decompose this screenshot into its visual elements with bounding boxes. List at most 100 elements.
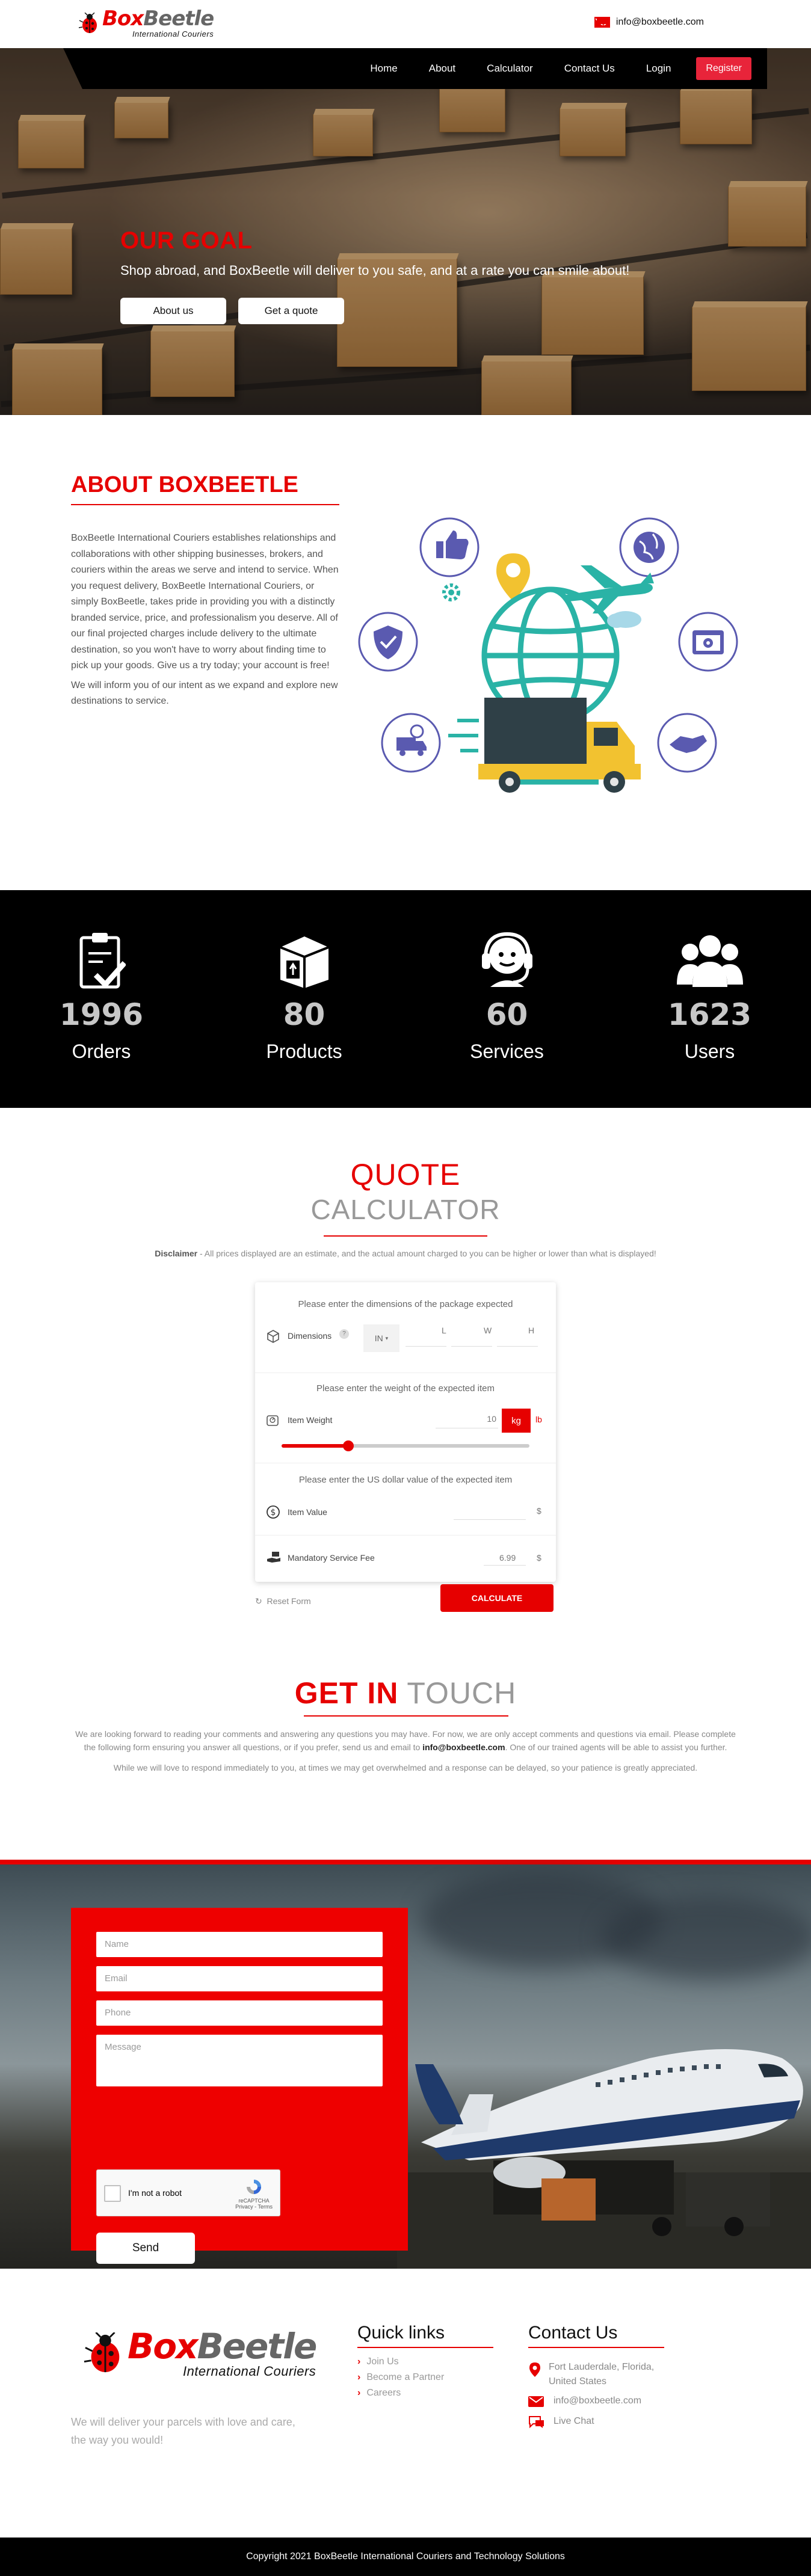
delivery-clock-icon xyxy=(396,724,427,756)
footer-logo[interactable]: BoxBeetle International Couriers xyxy=(83,2326,317,2379)
dimensions-caption: Please enter the dimensions of the packa… xyxy=(298,1299,513,1309)
package-box-icon xyxy=(279,936,329,988)
quick-links-title: Quick links xyxy=(357,2323,445,2343)
nav-about[interactable]: About xyxy=(429,63,455,75)
brand-logo[interactable]: BoxBeetle International Couriers xyxy=(78,8,214,38)
weight-input[interactable]: 10 xyxy=(475,1414,496,1424)
about-divider xyxy=(71,504,339,505)
footer-link-join-us[interactable]: Join Us xyxy=(357,2356,398,2367)
quote-divider xyxy=(324,1235,487,1237)
hero-title: OUR GOAL xyxy=(120,227,253,254)
stat-users-label: Users xyxy=(684,1041,735,1062)
top-header: BoxBeetle International Couriers info@bo… xyxy=(0,0,811,48)
touch-paragraph-2: While we will love to respond immediatel… xyxy=(113,1763,698,1772)
footer-tagline-line2: the way you would! xyxy=(71,2434,164,2446)
phone-field[interactable]: Phone xyxy=(96,2000,383,2026)
unit-lb-button[interactable]: lb xyxy=(535,1415,542,1424)
footer-link-careers[interactable]: Careers xyxy=(357,2388,401,2399)
footer-live-chat[interactable]: Live Chat xyxy=(554,2414,594,2429)
touch-paragraph-1b: . One of our trained agents will be able… xyxy=(505,1742,727,1752)
info-icon[interactable]: ? xyxy=(339,1329,349,1339)
brand-name-part1: Box xyxy=(102,7,144,31)
value-caption: Please enter the US dollar value of the … xyxy=(298,1475,513,1485)
length-input[interactable] xyxy=(406,1346,446,1347)
dimensions-label: Dimensions xyxy=(288,1331,332,1341)
recaptcha-badge: reCAPTCHA Privacy - Terms xyxy=(235,2177,273,2210)
height-input[interactable] xyxy=(497,1346,538,1347)
footer-address-line2: United States xyxy=(549,2376,607,2387)
nav-calculator[interactable]: Calculator xyxy=(487,63,533,75)
item-value-label: Item Value xyxy=(288,1507,327,1517)
stat-orders: 1996 Orders xyxy=(0,890,203,1108)
recaptcha-checkbox[interactable] xyxy=(104,2185,121,2202)
nav-contact-us[interactable]: Contact Us xyxy=(564,63,615,75)
message-field[interactable]: Message xyxy=(96,2035,383,2086)
shield-check-icon xyxy=(374,626,402,659)
email-field[interactable]: Email xyxy=(96,1966,383,1991)
touch-divider xyxy=(304,1715,508,1717)
cloud-icon xyxy=(607,611,641,628)
dimension-unit-select[interactable]: IN ▾ xyxy=(363,1324,399,1352)
footer-email[interactable]: info@boxbeetle.com xyxy=(554,2394,641,2408)
footer-brand-subtitle: International Couriers xyxy=(182,2364,316,2379)
footer-brand-part1: Box xyxy=(128,2326,198,2367)
handshake-icon xyxy=(670,735,707,753)
globe-icon xyxy=(634,532,665,563)
about-us-button[interactable]: About us xyxy=(120,298,226,324)
name-field[interactable]: Name xyxy=(96,1932,383,1957)
stat-services-label: Services xyxy=(470,1041,544,1062)
weight-label: Item Weight xyxy=(288,1415,333,1425)
weight-slider[interactable] xyxy=(282,1440,529,1451)
stat-orders-label: Orders xyxy=(72,1041,131,1062)
chevron-down-icon: ▾ xyxy=(385,1335,389,1341)
copyright-text: Copyright 2021 BoxBeetle International C… xyxy=(246,2551,565,2562)
item-value-input[interactable] xyxy=(454,1519,526,1520)
get-in-touch-section: GET IN TOUCH We are looking forward to r… xyxy=(0,1661,811,1860)
brand-name-part2: Beetle xyxy=(143,7,214,31)
footer-link-become-partner[interactable]: Become a Partner xyxy=(357,2372,444,2383)
about-section: ABOUT BOXBEETLE BoxBeetle International … xyxy=(0,415,811,890)
quote-title: QUOTE xyxy=(350,1158,461,1191)
width-input[interactable] xyxy=(451,1346,492,1347)
unit-kg-button[interactable]: kg xyxy=(502,1409,531,1433)
touch-email-link[interactable]: info@boxbeetle.com xyxy=(422,1742,505,1752)
main-navbar: Home About Calculator Contact Us Login R… xyxy=(63,48,767,89)
footer-address-line1: Fort Lauderdale, Florida, xyxy=(549,2362,655,2372)
service-fee-label: Mandatory Service Fee xyxy=(288,1553,375,1563)
dimension-unit-value: IN xyxy=(374,1333,383,1343)
header-email-text: info@boxbeetle.com xyxy=(615,17,704,27)
header-email[interactable]: info@boxbeetle.com xyxy=(594,17,704,28)
browser-settings-icon xyxy=(692,630,724,654)
register-button[interactable]: Register xyxy=(696,57,751,80)
weight-slider-thumb[interactable] xyxy=(343,1440,354,1451)
quote-form-card: Please enter the dimensions of the packa… xyxy=(255,1282,556,1582)
touch-title: GET IN TOUCH xyxy=(0,1676,811,1711)
clipboard-check-icon xyxy=(79,933,126,989)
touch-title-grey: TOUCH xyxy=(407,1676,517,1710)
recaptcha-widget: I'm not a robot reCAPTCHA Privacy - Term… xyxy=(96,2169,280,2216)
get-quote-button[interactable]: Get a quote xyxy=(238,298,344,324)
nav-login[interactable]: Login xyxy=(646,63,671,75)
hand-money-icon xyxy=(267,1552,280,1563)
quote-disclaimer: Disclaimer - All prices displayed are an… xyxy=(0,1249,811,1258)
reset-form-label: Reset Form xyxy=(267,1596,311,1606)
recaptcha-brand: reCAPTCHA xyxy=(238,2198,270,2204)
site-footer: BoxBeetle International Couriers We will… xyxy=(0,2269,811,2538)
airplane-icon xyxy=(563,565,654,613)
contact-form: Name Email Phone Message I'm not a robot… xyxy=(71,1908,408,2264)
nav-home[interactable]: Home xyxy=(370,63,397,75)
reset-form-button[interactable]: ↻ Reset Form xyxy=(255,1596,311,1606)
airplane-photo xyxy=(397,2049,811,2269)
disclaimer-label: Disclaimer xyxy=(155,1249,198,1258)
width-label: W xyxy=(484,1326,492,1335)
touch-title-red: GET IN xyxy=(294,1676,399,1710)
stat-users-value: 1623 xyxy=(667,997,752,1032)
send-button[interactable]: Send xyxy=(96,2233,195,2264)
scale-weight-icon xyxy=(267,1415,279,1426)
calculate-button[interactable]: CALCULATE xyxy=(440,1584,554,1612)
thumbs-up-icon xyxy=(436,530,469,559)
footer-tagline: We will deliver your parcels with love a… xyxy=(71,2413,295,2449)
service-fee-value: 6.99 xyxy=(499,1553,516,1563)
stat-services: 60 Services xyxy=(406,890,608,1108)
recaptcha-links[interactable]: Privacy - Terms xyxy=(235,2204,273,2210)
